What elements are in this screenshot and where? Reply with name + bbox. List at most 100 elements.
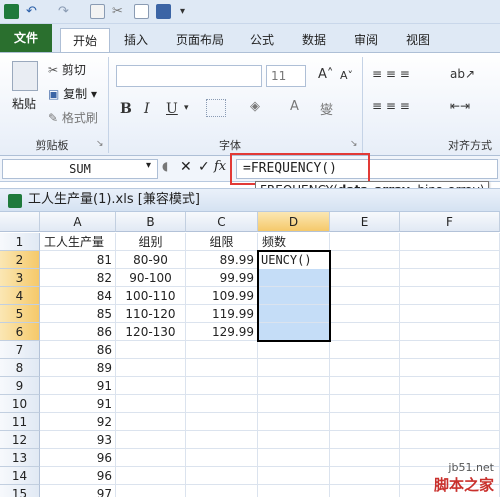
- excel-icon[interactable]: [4, 4, 19, 19]
- cell-b11[interactable]: [116, 413, 186, 431]
- cell-a15[interactable]: 97: [40, 485, 116, 497]
- row-header[interactable]: 4: [0, 287, 40, 305]
- cell-e3[interactable]: [330, 269, 400, 287]
- row-header[interactable]: 14: [0, 467, 40, 485]
- cell-a4[interactable]: 84: [40, 287, 116, 305]
- grow-font-icon[interactable]: A˄: [318, 67, 333, 82]
- cell-a6[interactable]: 86: [40, 323, 116, 341]
- cell-c13[interactable]: [186, 449, 258, 467]
- tab-view[interactable]: 视图: [396, 28, 440, 52]
- cell-d7[interactable]: [258, 341, 330, 359]
- cell-f12[interactable]: [400, 431, 500, 449]
- cell-d15[interactable]: [258, 485, 330, 497]
- tab-page-layout[interactable]: 页面布局: [168, 28, 232, 52]
- cell-b10[interactable]: [116, 395, 186, 413]
- name-box-dropdown-icon[interactable]: ▾: [146, 160, 151, 171]
- cell-c4[interactable]: 109.99: [186, 287, 258, 305]
- cell-a7[interactable]: 86: [40, 341, 116, 359]
- column-header-e[interactable]: E: [330, 212, 400, 232]
- customize-icon[interactable]: ▾: [180, 4, 195, 19]
- cell-b15[interactable]: [116, 485, 186, 497]
- row-header[interactable]: 12: [0, 431, 40, 449]
- row-header[interactable]: 3: [0, 269, 40, 287]
- format-painter-button[interactable]: ✎ 格式刷: [48, 109, 98, 126]
- cell-f10[interactable]: [400, 395, 500, 413]
- tab-review[interactable]: 审阅: [344, 28, 388, 52]
- tab-data[interactable]: 数据: [292, 28, 336, 52]
- cell-a9[interactable]: 91: [40, 377, 116, 395]
- cell-c1[interactable]: 组限: [186, 233, 258, 251]
- cell-c10[interactable]: [186, 395, 258, 413]
- cell-a11[interactable]: 92: [40, 413, 116, 431]
- cell-e6[interactable]: [330, 323, 400, 341]
- underline-dropdown-icon[interactable]: ▾: [184, 103, 189, 113]
- underline-button[interactable]: U: [166, 101, 178, 117]
- cell-c7[interactable]: [186, 341, 258, 359]
- cell-d9[interactable]: [258, 377, 330, 395]
- column-header-d[interactable]: D: [258, 212, 330, 232]
- cell-d13[interactable]: [258, 449, 330, 467]
- cell-a13[interactable]: 96: [40, 449, 116, 467]
- cell-d8[interactable]: [258, 359, 330, 377]
- font-color-icon[interactable]: A: [290, 99, 299, 114]
- column-header-b[interactable]: B: [116, 212, 186, 232]
- cell-f11[interactable]: [400, 413, 500, 431]
- dialog-launcher-icon[interactable]: ↘: [96, 139, 104, 149]
- cell-f7[interactable]: [400, 341, 500, 359]
- cancel-icon[interactable]: ✕: [180, 159, 192, 175]
- paste-button[interactable]: 粘贴: [12, 95, 36, 112]
- cell-d10[interactable]: [258, 395, 330, 413]
- cell-c14[interactable]: [186, 467, 258, 485]
- shrink-font-icon[interactable]: A˅: [340, 69, 353, 82]
- insert-function-icon[interactable]: fx: [214, 159, 226, 174]
- row-header[interactable]: 13: [0, 449, 40, 467]
- cell-a2[interactable]: 81: [40, 251, 116, 269]
- borders-icon[interactable]: [206, 99, 226, 117]
- cell-a10[interactable]: 91: [40, 395, 116, 413]
- cell-f4[interactable]: [400, 287, 500, 305]
- tab-file[interactable]: 文件: [0, 24, 52, 52]
- cell-d11[interactable]: [258, 413, 330, 431]
- cell-f3[interactable]: [400, 269, 500, 287]
- cell-c12[interactable]: [186, 431, 258, 449]
- cell-b12[interactable]: [116, 431, 186, 449]
- cell-b5[interactable]: 110-120: [116, 305, 186, 323]
- tab-insert[interactable]: 插入: [112, 28, 160, 52]
- cell-b9[interactable]: [116, 377, 186, 395]
- cell-c3[interactable]: 99.99: [186, 269, 258, 287]
- cell-a8[interactable]: 89: [40, 359, 116, 377]
- print-preview-icon[interactable]: [90, 4, 105, 19]
- cell-b13[interactable]: [116, 449, 186, 467]
- column-header-f[interactable]: F: [400, 212, 500, 232]
- bold-button[interactable]: B: [120, 101, 132, 117]
- cell-f9[interactable]: [400, 377, 500, 395]
- cell-e1[interactable]: [330, 233, 400, 251]
- row-header[interactable]: 6: [0, 323, 40, 341]
- cell-e15[interactable]: [330, 485, 400, 497]
- row-header[interactable]: 9: [0, 377, 40, 395]
- column-header-c[interactable]: C: [186, 212, 258, 232]
- row-header[interactable]: 5: [0, 305, 40, 323]
- cell-e7[interactable]: [330, 341, 400, 359]
- cell-b6[interactable]: 120-130: [116, 323, 186, 341]
- cell-f1[interactable]: [400, 233, 500, 251]
- row-header[interactable]: 2: [0, 251, 40, 269]
- cell-e9[interactable]: [330, 377, 400, 395]
- italic-button[interactable]: I: [144, 101, 150, 117]
- row-header[interactable]: 10: [0, 395, 40, 413]
- cell-e8[interactable]: [330, 359, 400, 377]
- resize-handle-icon[interactable]: ◖: [162, 159, 168, 173]
- cell-e14[interactable]: [330, 467, 400, 485]
- cell-b7[interactable]: [116, 341, 186, 359]
- font-dialog-launcher-icon[interactable]: ↘: [350, 139, 358, 149]
- cell-d1[interactable]: 频数: [258, 233, 330, 251]
- cut-button[interactable]: ✂ 剪切: [48, 61, 86, 78]
- cell-e4[interactable]: [330, 287, 400, 305]
- row-header[interactable]: 11: [0, 413, 40, 431]
- copy-button[interactable]: ▣ 复制 ▾: [48, 85, 97, 102]
- indent-icon[interactable]: ⇤⇥: [450, 99, 470, 113]
- tab-formulas[interactable]: 公式: [240, 28, 284, 52]
- cell-c11[interactable]: [186, 413, 258, 431]
- cell-c8[interactable]: [186, 359, 258, 377]
- cell-e5[interactable]: [330, 305, 400, 323]
